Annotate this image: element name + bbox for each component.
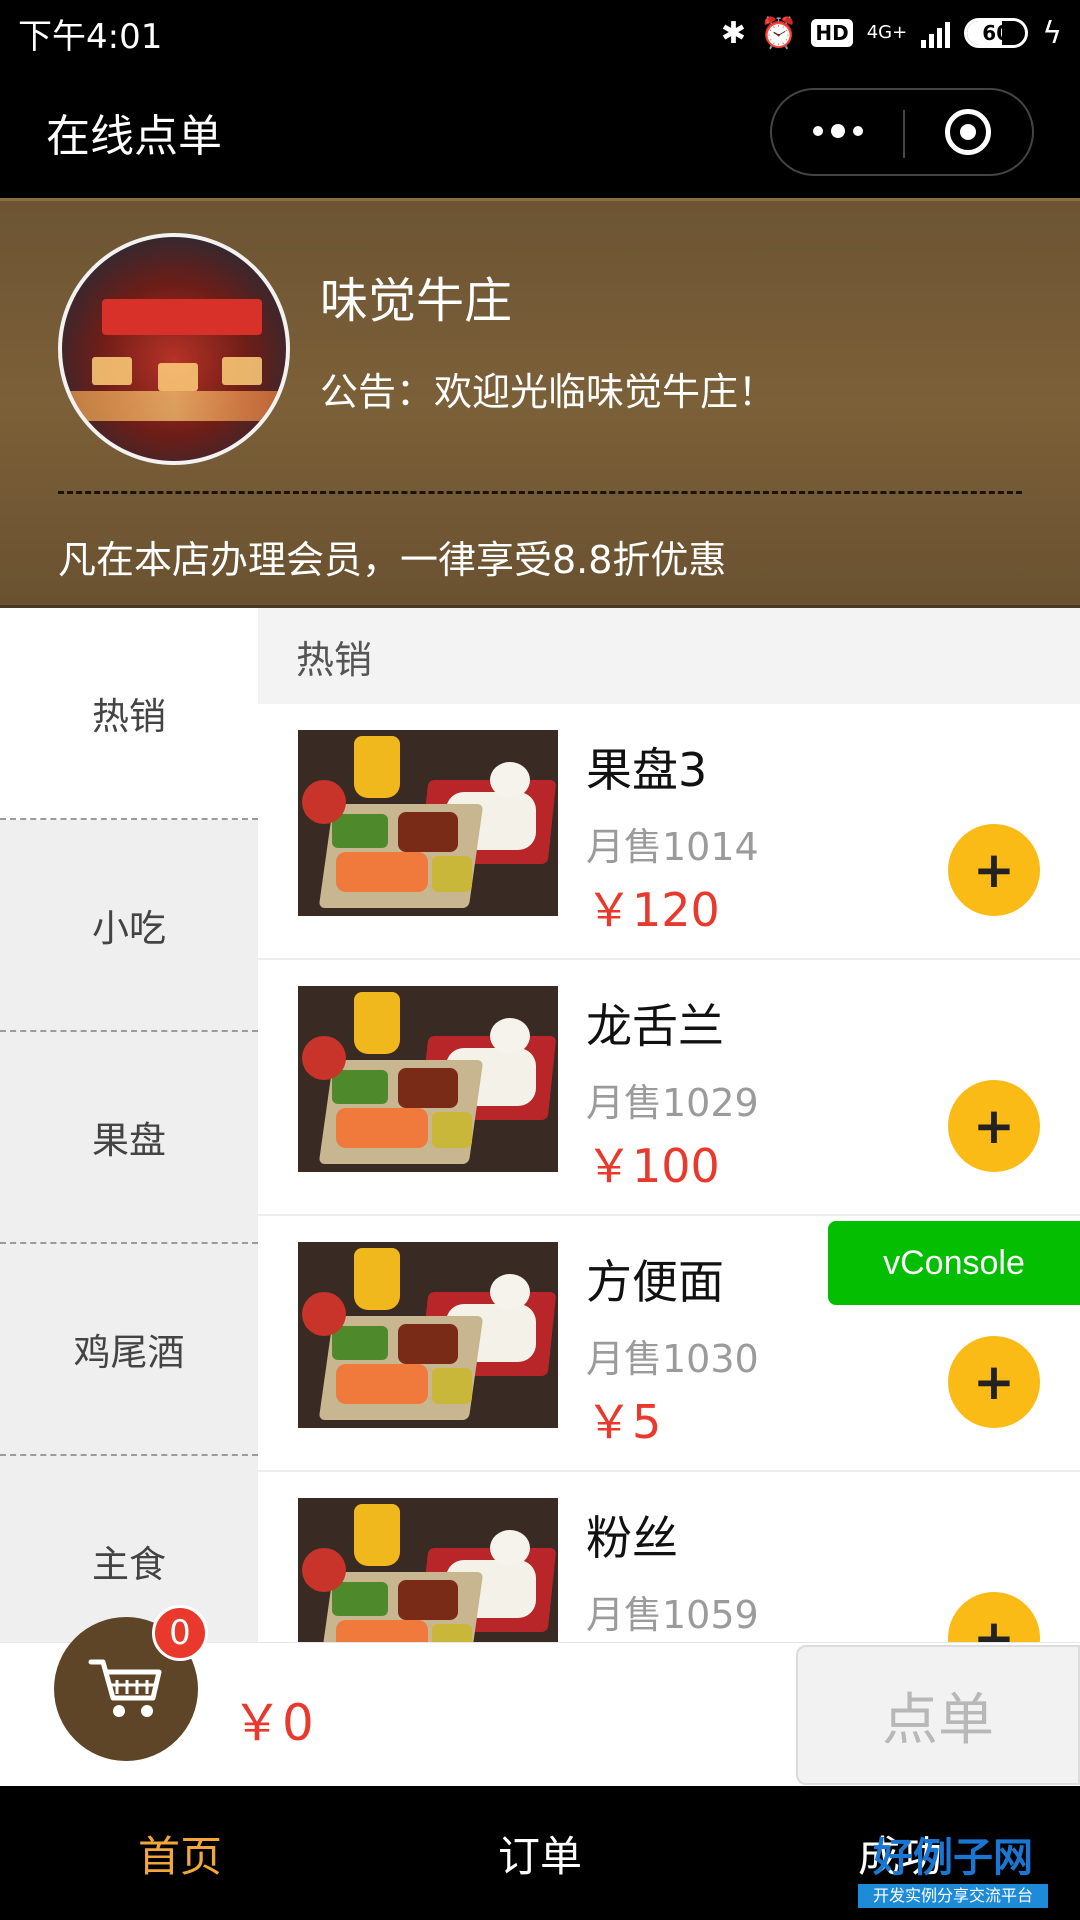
product-sales: 月售1030 (586, 1337, 759, 1381)
battery-level: 60 (982, 21, 1011, 45)
section-title: 热销 (258, 608, 1080, 704)
shop-divider (58, 491, 1022, 494)
cart-bar: 0 ￥0 点单 (0, 1605, 1080, 1786)
shop-logo (58, 233, 290, 465)
product-name: 方便面 (586, 1255, 724, 1309)
status-icons: ✱ ⏰ HD 4G+ 60 ϟ (721, 16, 1062, 51)
network-type: 4G+ (866, 22, 908, 43)
logo-window (222, 357, 262, 385)
tab-orders[interactable]: 订单 (360, 1823, 720, 1884)
logo-window (158, 363, 198, 391)
product-item[interactable]: 果盘3 月售1014 ￥120 + (258, 704, 1080, 960)
add-to-cart-button[interactable]: + (948, 1336, 1040, 1428)
product-price: ￥100 (586, 1139, 720, 1193)
product-image (298, 730, 558, 916)
battery-icon: 60 (964, 18, 1029, 48)
add-to-cart-button[interactable]: + (948, 1592, 1040, 1642)
logo-window (92, 357, 132, 385)
signal-icon (921, 18, 951, 48)
product-list[interactable]: 热销 果盘3 月售1014 ￥120 + 龙舌兰 月售1029 ￥100 + 方… (258, 608, 1080, 1642)
product-item[interactable]: 龙舌兰 月售1029 ￥100 + (258, 960, 1080, 1216)
add-to-cart-button[interactable]: + (948, 824, 1040, 916)
place-order-button[interactable]: 点单 (796, 1645, 1080, 1785)
shop-header: 味觉牛庄 公告：欢迎光临味觉牛庄！ 凡在本店办理会员，一律享受8.8折优惠 (0, 198, 1080, 608)
close-target-icon[interactable] (945, 109, 991, 155)
category-item-hot[interactable]: 热销 (0, 608, 258, 820)
add-to-cart-button[interactable]: + (948, 1080, 1040, 1172)
shop-name: 味觉牛庄 (320, 273, 513, 329)
status-time: 下午4:01 (18, 16, 163, 57)
category-menu: 热销 小吃 果盘 鸡尾酒 主食 (0, 608, 258, 1668)
product-sales: 月售1059 (586, 1593, 759, 1637)
cart-icon (88, 1659, 162, 1717)
tab-home[interactable]: 首页 (0, 1823, 360, 1884)
product-image (298, 986, 558, 1172)
product-item[interactable]: 粉丝 月售1059 + (258, 1472, 1080, 1642)
logo-lights (62, 391, 286, 421)
product-sales: 月售1014 (586, 825, 759, 869)
logo-storefront-sign (88, 251, 268, 291)
cart-count-badge: 0 (152, 1605, 208, 1661)
watermark-logo: 好例子网 开发实例分享交流平台 (858, 1836, 1048, 1914)
product-image (298, 1498, 558, 1642)
page-title: 在线点单 (46, 111, 222, 162)
vconsole-button[interactable]: vConsole (828, 1221, 1080, 1305)
cart-total: ￥0 (232, 1694, 314, 1752)
product-price: ￥120 (586, 883, 720, 937)
product-image (298, 1242, 558, 1428)
bluetooth-icon: ✱ (720, 15, 747, 51)
category-item-fruit[interactable]: 果盘 (0, 1032, 258, 1244)
product-name: 龙舌兰 (586, 999, 724, 1053)
product-name: 果盘3 (586, 743, 708, 797)
capsule-divider (903, 110, 905, 158)
hd-icon: HD (811, 19, 853, 47)
category-item-cocktail[interactable]: 鸡尾酒 (0, 1244, 258, 1456)
product-name: 粉丝 (586, 1511, 678, 1565)
capsule-menu (770, 88, 1034, 176)
charging-icon: ϟ (1042, 15, 1062, 51)
more-icon[interactable] (813, 124, 863, 138)
status-bar: 下午4:01 ✱ ⏰ HD 4G+ 60 ϟ (0, 0, 1080, 66)
category-item-snacks[interactable]: 小吃 (0, 820, 258, 1032)
product-price: ￥5 (586, 1395, 662, 1449)
shop-notice: 公告：欢迎光临味觉牛庄！ (320, 370, 777, 414)
nav-bar: 在线点单 (0, 66, 1080, 198)
product-sales: 月售1029 (586, 1081, 759, 1125)
logo-red-banner (102, 299, 262, 335)
shop-promo: 凡在本店办理会员，一律享受8.8折优惠 (58, 538, 727, 582)
alarm-icon: ⏰ (760, 15, 798, 51)
